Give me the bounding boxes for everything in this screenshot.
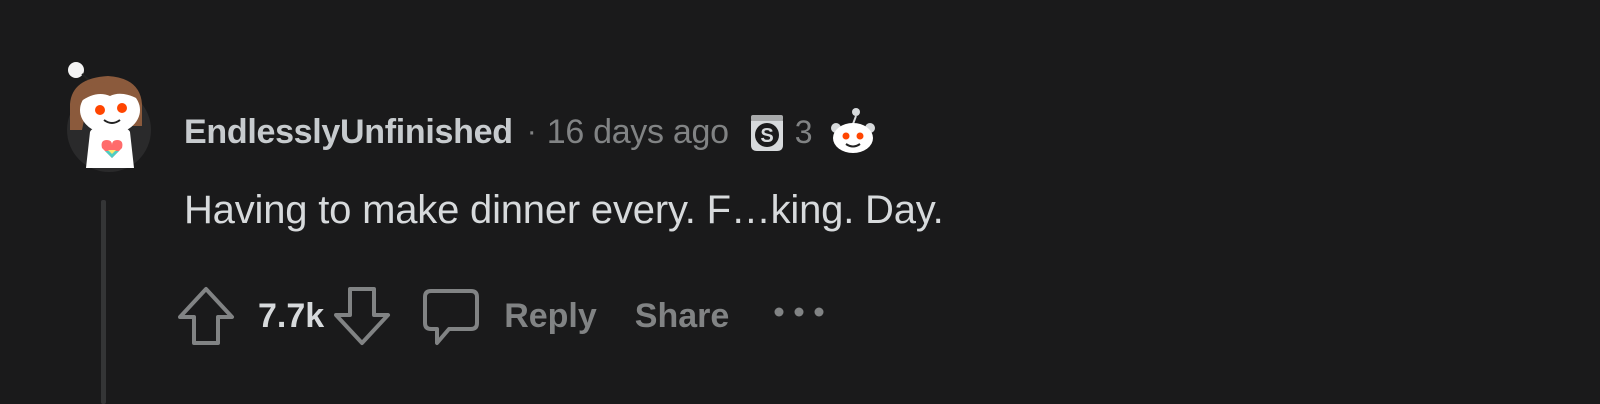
- share-button[interactable]: Share: [635, 297, 730, 336]
- award-count: 3: [794, 113, 813, 150]
- snoo-badge-icon[interactable]: [826, 106, 878, 158]
- thread-line[interactable]: [101, 200, 106, 404]
- comment-actions: 7.7k Reply Share: [176, 284, 829, 348]
- reply-button[interactable]: Reply: [504, 297, 597, 336]
- svg-text:S: S: [760, 125, 773, 147]
- comment-button[interactable]: [420, 284, 482, 348]
- snoo-head-icon: [831, 108, 876, 153]
- speech-bubble-icon: [423, 289, 480, 345]
- author-username[interactable]: EndlesslyUnfinished: [184, 113, 513, 152]
- comment: EndlesslyUnfinished · 16 days ago S 3 Ha…: [0, 0, 1600, 404]
- snoo-avatar-icon: [67, 62, 151, 172]
- user-avatar[interactable]: [62, 60, 156, 172]
- silver-award-icon: S: [750, 115, 783, 151]
- upvote-button[interactable]: [176, 284, 236, 348]
- comment-body: Having to make dinner every. F…king. Day…: [184, 188, 944, 232]
- arrow-up-icon: [178, 287, 234, 345]
- comment-timestamp[interactable]: 16 days ago: [547, 113, 729, 152]
- vote-score: 7.7k: [258, 296, 325, 335]
- award-badge[interactable]: S 3: [747, 111, 813, 153]
- ellipsis-icon: [774, 307, 824, 317]
- arrow-down-icon: [334, 287, 391, 345]
- comment-meta: EndlesslyUnfinished · 16 days ago S 3: [184, 108, 878, 156]
- more-options-button[interactable]: [769, 292, 829, 332]
- downvote-button[interactable]: [332, 284, 392, 348]
- meta-separator: ·: [526, 115, 537, 148]
